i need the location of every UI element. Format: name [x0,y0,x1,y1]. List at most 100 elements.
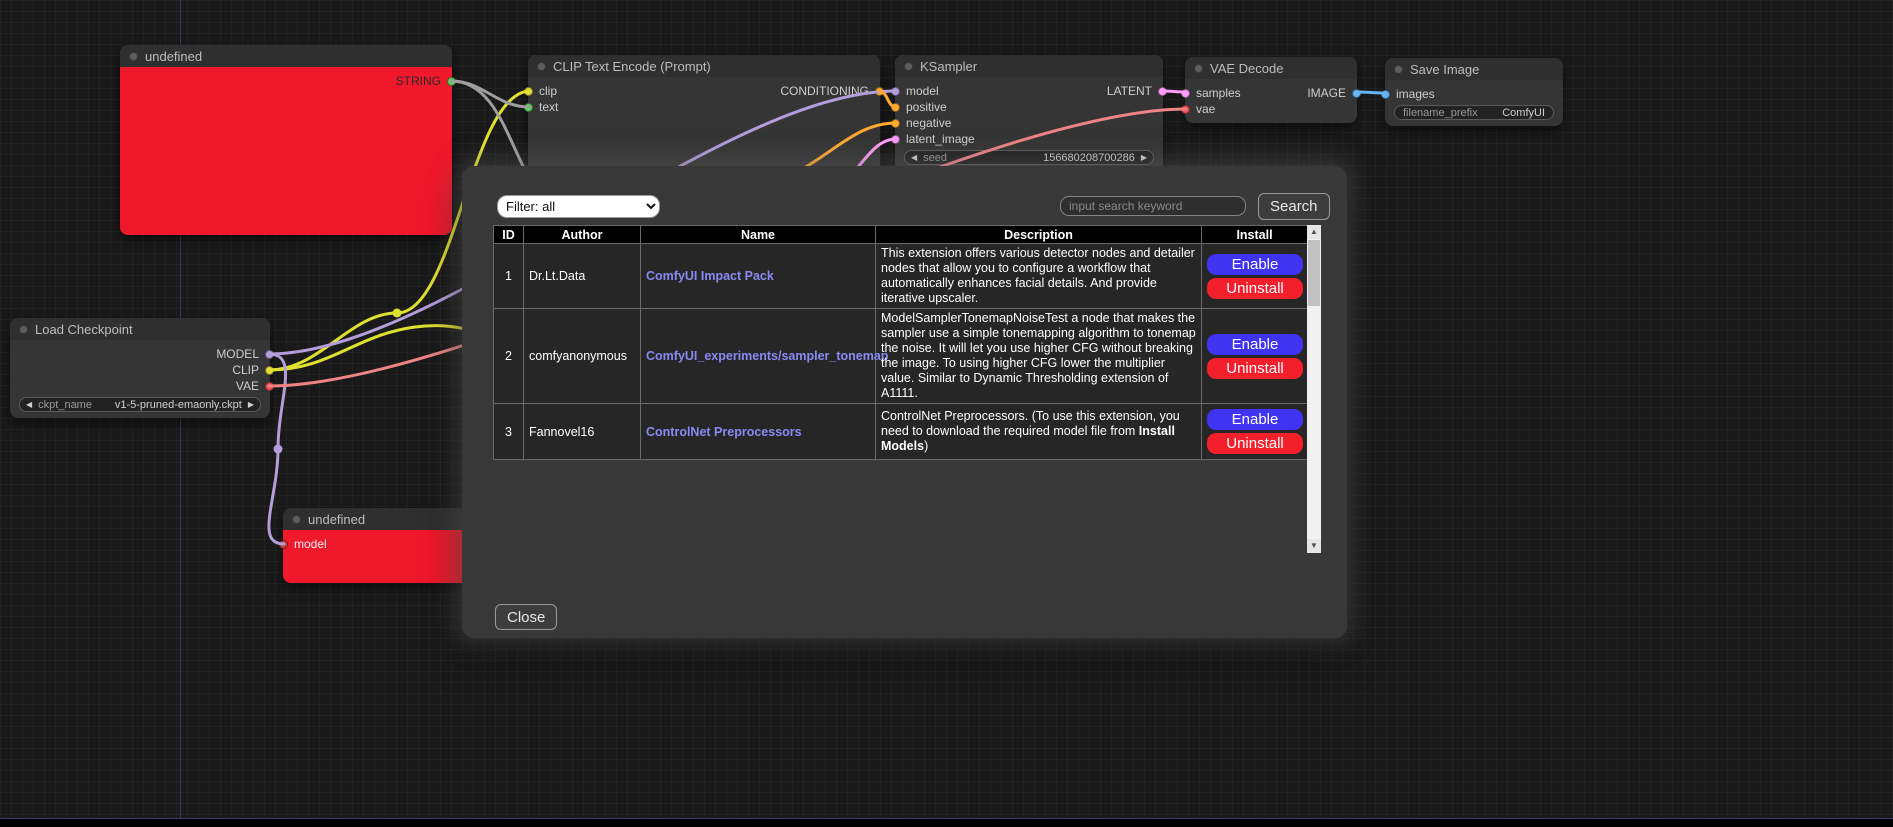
extension-id: 3 [494,404,524,460]
collapse-dot-icon[interactable] [904,62,913,71]
extension-description: This extension offers various detector n… [876,244,1202,309]
input-label-positive: positive [906,100,947,114]
column-header: Name [641,226,876,244]
node-load-checkpoint[interactable]: Load Checkpoint MODEL CLIP VAE [10,318,270,418]
string-output-dot[interactable] [447,77,456,86]
output-label-string: STRING [396,74,441,88]
input-label-text: text [539,100,558,114]
search-button[interactable]: Search [1258,193,1330,220]
node-undefined-top[interactable]: undefined STRING [120,45,452,235]
uninstall-button[interactable]: Uninstall [1207,358,1303,379]
scrollbar-thumb[interactable] [1308,240,1320,306]
collapse-dot-icon[interactable] [1394,65,1403,74]
clip-output-dot[interactable] [265,366,274,375]
uninstall-button[interactable]: Uninstall [1207,278,1303,299]
seed-widget-label: seed [923,152,947,164]
increment-arrow-icon[interactable]: ▶ [1141,153,1147,162]
description-text: ControlNet Preprocessors. (To use this e… [881,409,1180,438]
vae-input-dot[interactable] [1181,105,1190,114]
collapse-dot-icon[interactable] [19,325,28,334]
close-button[interactable]: Close [495,604,557,630]
clip-input-dot[interactable] [524,87,533,96]
input-label-latent-image: latent_image [906,132,975,146]
search-input[interactable] [1060,196,1246,216]
extensions-table-container: IDAuthorNameDescriptionInstall 1Dr.Lt.Da… [493,225,1321,553]
latent-output-dot[interactable] [1158,87,1167,96]
negative-input-dot[interactable] [891,119,900,128]
input-label-model: model [294,537,327,551]
extension-id: 1 [494,244,524,309]
node-title: VAE Decode [1210,61,1283,76]
image-output-dot[interactable] [1352,89,1361,98]
enable-button[interactable]: Enable [1207,334,1303,355]
output-label-conditioning: CONDITIONING [780,84,869,98]
decrement-arrow-icon[interactable]: ◀ [911,153,917,162]
node-title-bar[interactable]: KSampler [895,55,1163,77]
table-row: 2comfyanonymous ComfyUI_experiments/sampl… [494,309,1308,404]
model-input-dot[interactable] [891,87,900,96]
ckpt-name-value: v1-5-pruned-emaonly.ckpt [115,399,242,411]
input-label-images: images [1396,87,1435,101]
positive-input-dot[interactable] [891,103,900,112]
ckpt-name-label: ckpt_name [38,399,92,411]
table-scrollbar[interactable]: ▲ ▼ [1307,225,1321,553]
input-label-vae: vae [1196,102,1215,116]
enable-button[interactable]: Enable [1207,409,1303,430]
custom-nodes-manager-dialog: Filter: all Search IDAuthorNameDescripti… [462,166,1347,638]
model-output-dot[interactable] [265,350,274,359]
node-title-bar[interactable]: CLIP Text Encode (Prompt) [528,55,880,77]
latent-image-input-dot[interactable] [891,135,900,144]
table-header-row: IDAuthorNameDescriptionInstall [494,226,1308,244]
collapse-dot-icon[interactable] [129,52,138,61]
extension-id: 2 [494,309,524,404]
decrement-arrow-icon[interactable]: ◀ [26,400,32,409]
output-label-model: MODEL [216,347,259,361]
vae-output-dot[interactable] [265,382,274,391]
filename-prefix-label: filename_prefix [1403,107,1478,119]
text-input-dot[interactable] [524,103,533,112]
extension-link[interactable]: ComfyUI_experiments/sampler_tonemap [646,349,888,363]
scrollbar-down-icon[interactable]: ▼ [1307,539,1321,553]
description-text: This extension offers various detector n… [881,246,1195,305]
description-text: ModelSamplerTonemapNoiseTest a node that… [881,311,1196,400]
extension-description: ControlNet Preprocessors. (To use this e… [876,404,1202,460]
extension-link[interactable]: ControlNet Preprocessors [646,425,802,439]
filter-select[interactable]: Filter: all [497,195,660,218]
collapse-dot-icon[interactable] [1194,64,1203,73]
extension-link[interactable]: ComfyUI Impact Pack [646,269,774,283]
collapse-dot-icon[interactable] [292,515,301,524]
extension-author: Fannovel16 [524,404,641,460]
increment-arrow-icon[interactable]: ▶ [248,400,254,409]
input-label-model: model [906,84,939,98]
node-title-bar[interactable]: VAE Decode [1185,57,1357,79]
ckpt-name-widget[interactable]: ◀ ckpt_name v1-5-pruned-emaonly.ckpt ▶ [19,397,261,412]
extensions-table-body: 1Dr.Lt.DataComfyUI Impact PackThis exten… [494,244,1308,460]
column-header: ID [494,226,524,244]
seed-widget-value: 156680208700286 [1043,152,1135,164]
extensions-table: IDAuthorNameDescriptionInstall 1Dr.Lt.Da… [493,225,1308,460]
output-label-image: IMAGE [1307,86,1346,100]
node-title: Save Image [1410,62,1479,77]
link-midpoint-dot [274,445,283,454]
seed-widget[interactable]: ◀ seed 156680208700286 ▶ [904,150,1154,165]
node-title-bar[interactable]: undefined [120,45,452,67]
extension-author: comfyanonymous [524,309,641,404]
collapse-dot-icon[interactable] [537,62,546,71]
samples-input-dot[interactable] [1181,89,1190,98]
node-vae-decode[interactable]: VAE Decode samples IMAGE vae [1185,57,1357,123]
node-title-bar[interactable]: Load Checkpoint [10,318,270,340]
output-label-latent: LATENT [1107,84,1152,98]
model-input-dot[interactable] [279,540,288,549]
images-input-dot[interactable] [1381,90,1390,99]
scrollbar-up-icon[interactable]: ▲ [1307,225,1321,239]
column-header: Install [1202,226,1308,244]
node-save-image[interactable]: Save Image images filename_prefix ComfyU… [1385,58,1563,126]
node-undefined-bottom[interactable]: undefined model [283,508,483,583]
uninstall-button[interactable]: Uninstall [1207,433,1303,454]
enable-button[interactable]: Enable [1207,254,1303,275]
node-title-bar[interactable]: undefined [283,508,483,530]
filename-prefix-widget[interactable]: filename_prefix ComfyUI [1394,105,1554,120]
node-title-bar[interactable]: Save Image [1385,58,1563,80]
conditioning-output-dot[interactable] [875,87,884,96]
input-label-clip: clip [539,84,557,98]
